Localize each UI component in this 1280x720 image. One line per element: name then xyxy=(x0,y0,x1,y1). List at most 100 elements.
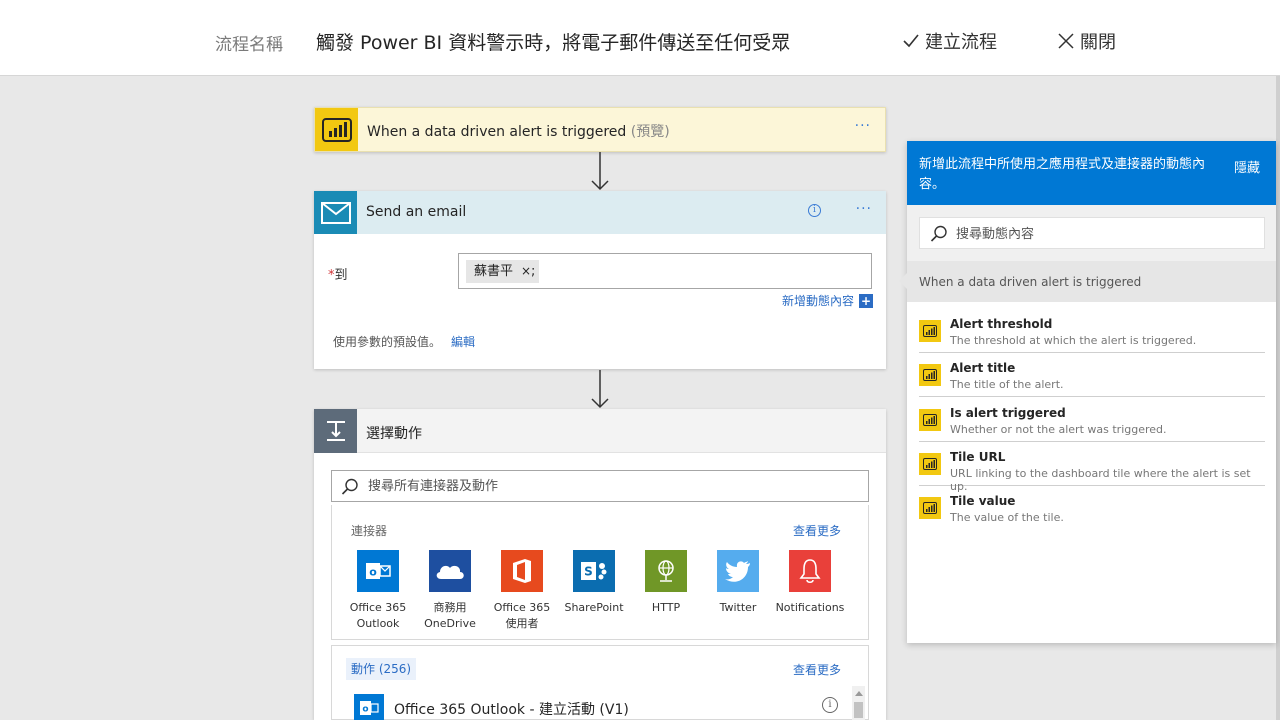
trigger-title: When a data driven alert is triggered (預… xyxy=(367,121,670,141)
onedrive-icon xyxy=(429,550,471,592)
connector-http[interactable]: HTTP xyxy=(630,550,702,616)
send-email-more-icon[interactable]: ··· xyxy=(856,201,872,217)
add-dynamic-content-link[interactable]: 新增動態內容 + xyxy=(782,292,874,309)
power-bi-icon xyxy=(919,320,941,342)
dynamic-item-name: Alert title xyxy=(950,361,1016,375)
scroll-thumb[interactable] xyxy=(854,702,863,718)
connector-search-box[interactable] xyxy=(331,470,869,502)
sharepoint-icon: S xyxy=(573,550,615,592)
connectors-see-more-link[interactable]: 查看更多 xyxy=(793,522,841,539)
dynamic-item-description: Whether or not the alert was triggered. xyxy=(950,423,1167,436)
hide-dynamic-content-button[interactable]: 隱藏 xyxy=(1234,157,1260,176)
mail-icon xyxy=(314,191,357,234)
close-button[interactable]: 關閉 xyxy=(1058,28,1116,54)
flow-header: 流程名稱 觸發 Power BI 資料警示時，將電子郵件傳送至任何受眾 建立流程… xyxy=(0,0,1280,76)
choose-action-header: 選擇動作 xyxy=(314,409,886,453)
edit-defaults-link[interactable]: 編輯 xyxy=(451,335,475,349)
dynamic-content-description: 新增此流程中所使用之應用程式及連接器的動態內容。 xyxy=(919,157,1206,192)
actions-see-more-link[interactable]: 查看更多 xyxy=(793,661,841,678)
dynamic-item-tile-value[interactable]: Tile value The value of the tile. xyxy=(919,486,1265,530)
to-label-text: 到 xyxy=(334,268,348,283)
dynamic-item-description: The threshold at which the alert is trig… xyxy=(950,334,1197,347)
actions-scrollbar[interactable] xyxy=(852,686,865,720)
send-email-title: Send an email xyxy=(366,204,467,220)
globe-icon xyxy=(645,550,687,592)
trigger-title-text: When a data driven alert is triggered xyxy=(367,124,627,140)
trigger-more-icon[interactable]: ··· xyxy=(855,118,871,134)
action-list-item[interactable]: o Office 365 Outlook - 建立活動 (V1) i xyxy=(354,694,844,720)
down-arrow-icon xyxy=(591,370,609,409)
dynamic-item-tile-url[interactable]: Tile URL URL linking to the dashboard ti… xyxy=(919,442,1265,493)
search-icon xyxy=(930,225,947,242)
scroll-up-icon[interactable] xyxy=(855,691,863,696)
svg-text:o: o xyxy=(369,566,377,579)
dynamic-search-input[interactable] xyxy=(956,224,1246,244)
connector-search-input[interactable] xyxy=(368,476,848,496)
power-bi-icon xyxy=(919,409,941,431)
dynamic-item-name: Tile URL xyxy=(950,450,1006,464)
connector-office365-outlook[interactable]: o Office 365 Outlook xyxy=(342,550,414,632)
choose-action-title: 選擇動作 xyxy=(366,426,422,442)
connector-label: Notifications xyxy=(775,601,845,614)
connector-office365-users[interactable]: Office 365 使用者 xyxy=(486,550,558,632)
dynamic-content-panel: 新增此流程中所使用之應用程式及連接器的動態內容。 隱藏 When a data … xyxy=(899,141,1276,643)
svg-text:S: S xyxy=(584,565,593,579)
dynamic-item-description: The value of the tile. xyxy=(950,511,1064,524)
connectors-label: 連接器 xyxy=(351,524,388,538)
dynamic-item-alert-title[interactable]: Alert title The title of the alert. xyxy=(919,353,1265,397)
action-step-icon xyxy=(314,409,357,453)
recipient-name: 蘇書平 xyxy=(474,264,514,279)
dynamic-search-box[interactable] xyxy=(919,217,1265,249)
power-bi-icon xyxy=(919,364,941,386)
dynamic-item-is-alert-triggered[interactable]: Is alert triggered Whether or not the al… xyxy=(919,398,1265,442)
connector-label: 商務用 OneDrive xyxy=(424,601,476,630)
plus-icon: + xyxy=(859,293,874,308)
down-arrow-icon xyxy=(591,152,609,191)
recipient-separator: ; xyxy=(531,264,536,279)
close-icon xyxy=(1058,33,1074,49)
panel-pointer xyxy=(899,273,907,289)
search-icon xyxy=(341,478,358,495)
create-flow-button[interactable]: 建立流程 xyxy=(903,28,997,54)
connector-label: Office 365 使用者 xyxy=(493,601,551,630)
connector-sharepoint[interactable]: S SharePoint xyxy=(558,550,630,616)
power-bi-icon xyxy=(919,453,941,475)
recipient-chip[interactable]: 蘇書平 × xyxy=(466,260,540,283)
send-email-header[interactable]: Send an email i ··· xyxy=(314,191,886,234)
flow-name-input[interactable]: 觸發 Power BI 資料警示時，將電子郵件傳送至任何受眾 xyxy=(316,28,790,55)
connector-label: Twitter xyxy=(719,601,757,614)
to-field[interactable]: 蘇書平 × ; xyxy=(458,253,872,289)
dynamic-content-header: 新增此流程中所使用之應用程式及連接器的動態內容。 隱藏 xyxy=(907,141,1276,205)
office-icon xyxy=(501,550,543,592)
power-bi-icon xyxy=(315,108,358,151)
connector-label: Office 365 Outlook xyxy=(349,601,407,630)
twitter-icon xyxy=(717,550,759,592)
send-email-card: Send an email i ··· *到 蘇書平 × ; 新增動態內容 + 使… xyxy=(314,191,886,369)
connector-notifications[interactable]: Notifications xyxy=(774,550,846,616)
action-label: Office 365 Outlook - 建立活動 (V1) xyxy=(394,702,629,718)
connector-label: HTTP xyxy=(651,601,681,614)
dynamic-item-alert-threshold[interactable]: Alert threshold The threshold at which t… xyxy=(919,309,1265,353)
connector-onedrive-business[interactable]: 商務用 OneDrive xyxy=(414,550,486,632)
connector-label: SharePoint xyxy=(564,601,624,614)
info-icon[interactable]: i xyxy=(808,204,821,217)
right-edge-strip xyxy=(1276,76,1280,720)
dynamic-item-name: Alert threshold xyxy=(950,317,1053,331)
flow-name-label: 流程名稱 xyxy=(215,35,283,55)
dynamic-item-name: Tile value xyxy=(950,494,1016,508)
remove-recipient-icon[interactable]: × xyxy=(521,264,531,278)
svg-text:o: o xyxy=(362,704,368,714)
outlook-icon: o xyxy=(354,694,384,720)
dynamic-search-area xyxy=(907,205,1276,261)
info-icon[interactable]: i xyxy=(822,697,838,713)
actions-section: 動作 (256) 查看更多 o Office 365 Outlook - 建立活… xyxy=(331,645,869,720)
trigger-preview-tag: (預覽) xyxy=(630,124,670,140)
add-dynamic-content-label: 新增動態內容 xyxy=(782,294,855,308)
bell-icon xyxy=(789,550,831,592)
connector-twitter[interactable]: Twitter xyxy=(702,550,774,616)
dynamic-group-header: When a data driven alert is triggered xyxy=(899,261,1276,302)
power-bi-icon xyxy=(919,497,941,519)
check-icon xyxy=(903,34,919,48)
trigger-card[interactable]: When a data driven alert is triggered (預… xyxy=(314,107,886,152)
actions-count-label[interactable]: 動作 (256) xyxy=(346,658,417,680)
